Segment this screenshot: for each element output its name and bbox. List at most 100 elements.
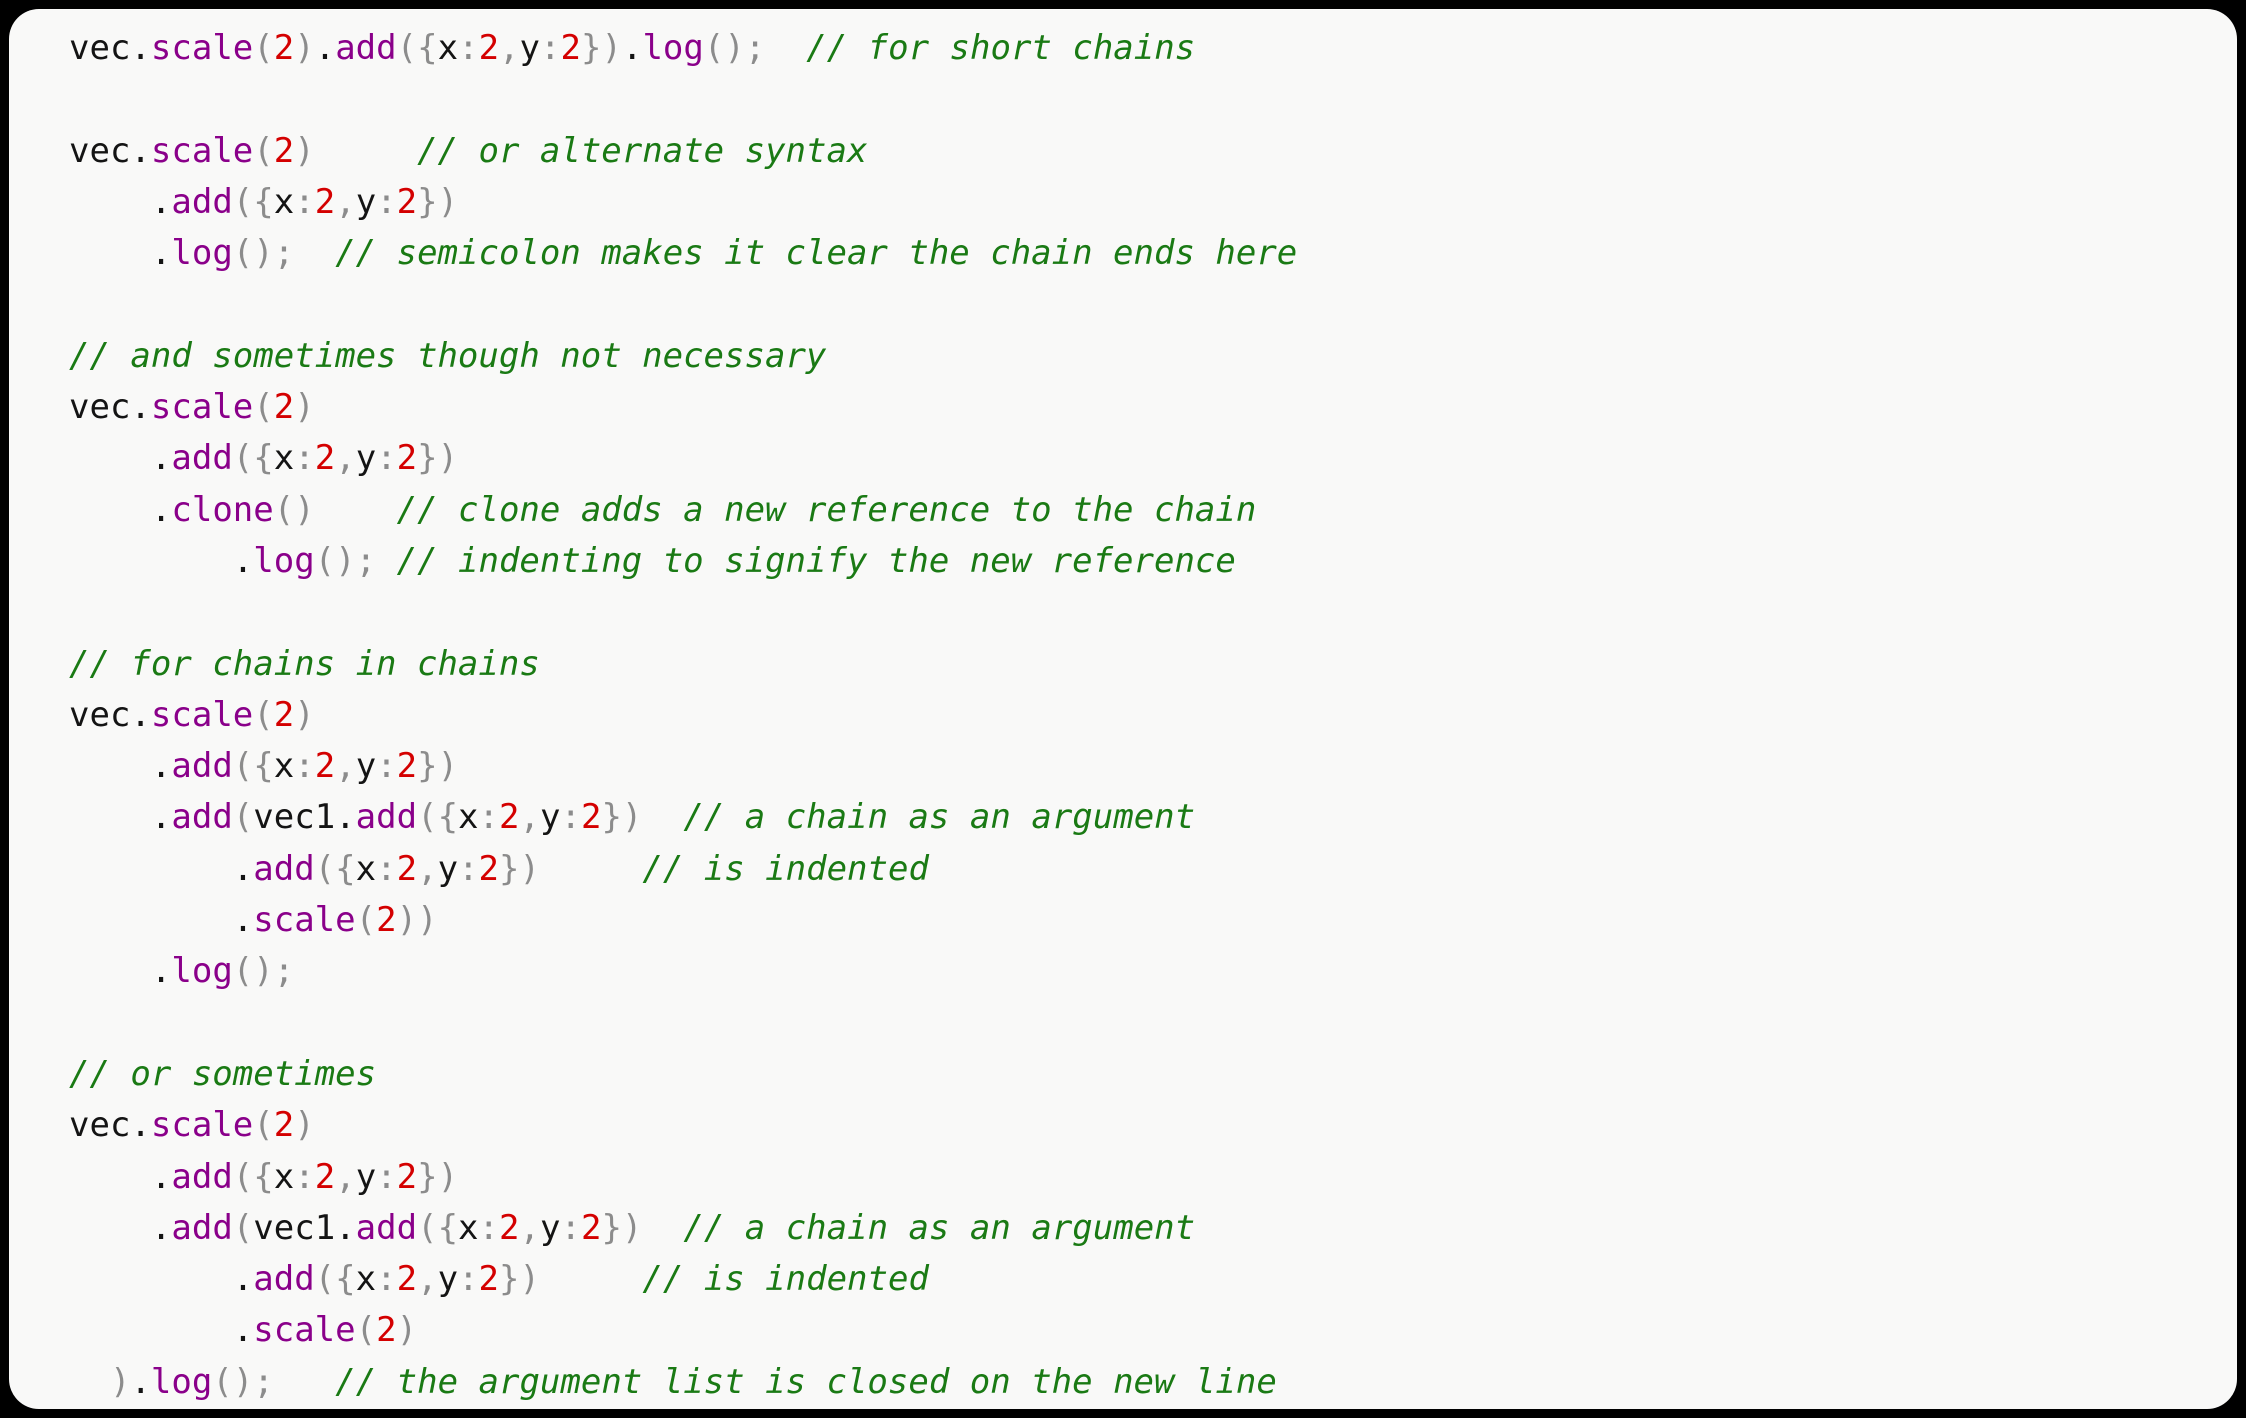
token-key: y — [519, 28, 541, 68]
token-punct: ) — [109, 1361, 131, 1402]
token-num: 2 — [376, 1310, 397, 1351]
token-punct: ) — [294, 130, 315, 171]
token-punct: ( — [232, 746, 254, 787]
token-dot: . — [150, 1156, 172, 1197]
token-key: x — [458, 1207, 479, 1248]
token-key: x — [273, 438, 295, 479]
token-punct: ) — [294, 1105, 315, 1146]
token-key: x — [437, 28, 459, 68]
token-method: log — [642, 28, 704, 68]
token-punct: ( — [253, 694, 274, 735]
token-dot: . — [150, 746, 172, 787]
token-key: x — [355, 1259, 377, 1300]
token-method: log — [253, 540, 315, 581]
token-punct: ) — [519, 848, 540, 889]
token-key: y — [355, 1156, 377, 1197]
token-num: 2 — [580, 797, 602, 838]
token-method: add — [171, 1156, 233, 1197]
token-method: add — [253, 848, 315, 889]
token-punct: , — [335, 1156, 356, 1197]
token-dot: . — [621, 28, 643, 68]
token-method: clone — [171, 489, 274, 530]
token-comment: // semicolon makes it clear the chain en… — [335, 233, 1298, 274]
token-punct: ( — [253, 1105, 274, 1146]
token-method: scale — [253, 900, 356, 941]
token-punct: : — [478, 1207, 500, 1248]
token-num: 2 — [273, 28, 295, 68]
token-method: scale — [150, 694, 254, 735]
token-punct: } — [601, 1207, 622, 1248]
token-num: 2 — [478, 28, 500, 68]
token-punct: ( — [273, 489, 295, 530]
token-method: add — [355, 1207, 418, 1248]
token-punct: ) — [601, 28, 622, 68]
token-dot: . — [232, 848, 254, 889]
token-method: scale — [253, 1310, 356, 1351]
token-dot: . — [130, 1105, 151, 1146]
token-punct: { — [335, 1259, 356, 1300]
token-dot: . — [150, 489, 172, 530]
token-num: 2 — [499, 797, 520, 838]
token-punct: } — [601, 797, 622, 838]
token-dot: . — [314, 28, 336, 68]
token-punct: ( — [232, 1207, 254, 1248]
token-comment: // indenting to signify the new referenc… — [396, 540, 1236, 581]
token-punct: ) — [396, 1310, 418, 1351]
token-comment: // and sometimes though not necessary — [69, 335, 827, 376]
code-line: .scale(2)) — [69, 895, 2237, 946]
token-punct: ( — [232, 1156, 254, 1197]
token-punct: ( — [253, 387, 274, 428]
token-punct: ; — [744, 28, 766, 68]
token-punct: ) — [294, 387, 315, 428]
token-dot: . — [130, 130, 151, 171]
token-punct: : — [376, 181, 397, 222]
token-comment: // a chain as an argument — [683, 797, 1196, 838]
token-comment: // is indented — [642, 1259, 929, 1300]
token-punct: ( — [253, 130, 274, 171]
token-ident: vec1 — [253, 797, 336, 838]
code-line: .add(vec1.add({x:2,y:2}) // a chain as a… — [69, 792, 2237, 843]
token-method: add — [171, 438, 233, 479]
token-punct: : — [376, 746, 397, 787]
token-punct: ) — [519, 1259, 540, 1300]
token-punct: } — [417, 746, 438, 787]
token-dot: . — [150, 438, 172, 479]
code-line: // for chains in chains — [69, 639, 2237, 690]
token-punct: } — [580, 28, 602, 68]
token-punct: : — [458, 1259, 479, 1300]
token-num: 2 — [478, 848, 500, 889]
code-block[interactable]: vec.scale(2).add({x:2,y:2}).log(); // fo… — [9, 23, 2237, 1408]
token-num: 2 — [273, 387, 295, 428]
token-method: add — [171, 746, 233, 787]
token-dot: . — [150, 797, 172, 838]
token-num: 2 — [273, 130, 295, 171]
token-punct: , — [417, 1259, 438, 1300]
token-punct: : — [458, 28, 479, 68]
token-punct: ( — [703, 28, 725, 68]
token-key: y — [355, 438, 377, 479]
token-punct: : — [294, 438, 315, 479]
token-dot: . — [232, 1259, 254, 1300]
code-line: ​ — [69, 74, 2237, 125]
code-line: // or sometimes — [69, 1049, 2237, 1100]
token-num: 2 — [560, 28, 581, 68]
code-line: .log(); // indenting to signify the new … — [69, 536, 2237, 587]
token-punct: , — [335, 746, 356, 787]
token-punct: ) — [621, 1207, 643, 1248]
token-punct: : — [540, 28, 561, 68]
token-comment: // or alternate syntax — [417, 130, 868, 171]
token-punct: ) — [396, 900, 418, 941]
token-punct: ) — [294, 28, 315, 68]
token-num: 2 — [499, 1207, 520, 1248]
token-punct: : — [294, 1156, 315, 1197]
token-punct: ) — [437, 181, 459, 222]
